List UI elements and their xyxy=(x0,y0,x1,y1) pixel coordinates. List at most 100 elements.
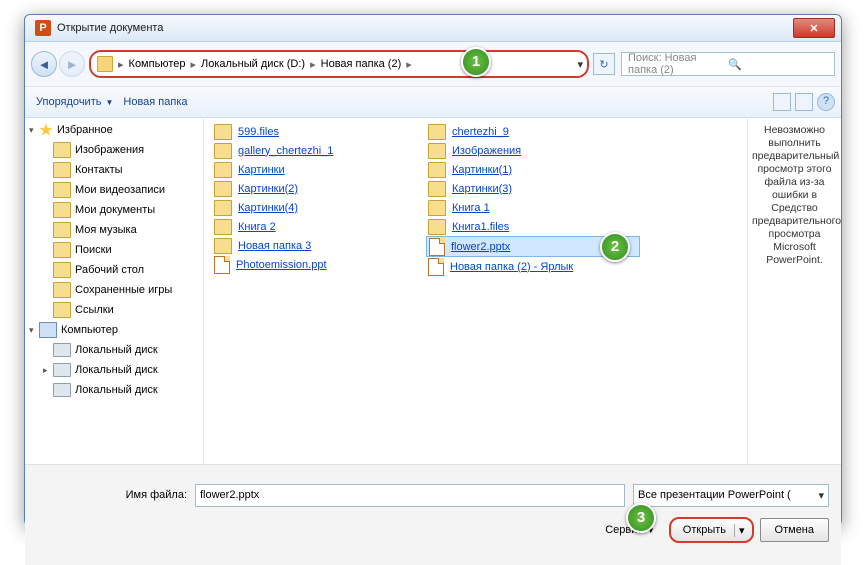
tree-item[interactable]: Поиски xyxy=(25,240,203,260)
folder-icon xyxy=(53,162,71,178)
close-button[interactable]: ✕ xyxy=(793,18,835,38)
breadcrumb-item[interactable]: Компьютер xyxy=(127,58,188,70)
tree-label: Локальный диск xyxy=(75,344,158,356)
folder-icon xyxy=(214,219,232,235)
folder-icon xyxy=(53,262,71,278)
tree-label: Рабочий стол xyxy=(75,264,144,276)
tree-label: Компьютер xyxy=(61,324,118,336)
drive-icon xyxy=(53,363,71,377)
body: ▾ИзбранноеИзображенияКонтактыМои видеоза… xyxy=(25,118,841,464)
folder-icon xyxy=(428,143,446,159)
tree-item[interactable]: ▾Избранное xyxy=(25,120,203,140)
tree-item[interactable]: Локальный диск xyxy=(25,340,203,360)
open-button[interactable]: Открыть▾ xyxy=(669,517,754,543)
file-name: Изображения xyxy=(452,145,521,157)
file-name: Картинки(2) xyxy=(238,183,298,195)
folder-icon xyxy=(428,219,446,235)
tree-item[interactable]: Сохраненные игры xyxy=(25,280,203,300)
filename-label: Имя файла: xyxy=(37,489,187,501)
tree-item[interactable]: ▸Локальный диск xyxy=(25,360,203,380)
folder-icon xyxy=(53,302,71,318)
chevron-down-icon: ▾ xyxy=(818,489,824,502)
tree-item[interactable]: Мои документы xyxy=(25,200,203,220)
open-dialog: P Открытие документа ✕ ◄ ► ▸ Компьютер ▸… xyxy=(24,14,842,526)
file-item[interactable]: gallery_chertezhi_1 xyxy=(212,141,426,160)
folder-icon xyxy=(53,222,71,238)
tree-item[interactable]: Рабочий стол xyxy=(25,260,203,280)
folder-icon xyxy=(53,142,71,158)
address-bar[interactable]: ▸ Компьютер ▸ Локальный диск (D:) ▸ Нова… xyxy=(89,50,589,78)
chevron-down-icon[interactable]: ▾ xyxy=(577,58,583,71)
folder-icon xyxy=(53,242,71,258)
drive-icon xyxy=(53,343,71,357)
folder-icon xyxy=(428,200,446,216)
nav-row: ◄ ► ▸ Компьютер ▸ Локальный диск (D:) ▸ … xyxy=(25,42,841,87)
file-item[interactable]: chertezhi_9 xyxy=(426,122,640,141)
file-item[interactable]: Картинки(2) xyxy=(212,179,426,198)
computer-icon xyxy=(39,322,57,338)
tree-item[interactable]: Контакты xyxy=(25,160,203,180)
folder-icon xyxy=(428,124,446,140)
filetype-combo[interactable]: Все презентации PowerPoint (▾ xyxy=(633,484,829,507)
breadcrumb-item[interactable]: Новая папка (2) xyxy=(319,58,404,70)
file-name: Книга1.files xyxy=(452,221,509,233)
cancel-button[interactable]: Отмена xyxy=(760,518,829,542)
chevron-down-icon[interactable]: ▾ xyxy=(734,524,749,537)
tree-item[interactable]: Локальный диск xyxy=(25,380,203,400)
tree-item[interactable]: Мои видеозаписи xyxy=(25,180,203,200)
forward-button[interactable]: ► xyxy=(59,51,85,77)
view-icon[interactable] xyxy=(773,93,791,111)
tree-label: Локальный диск xyxy=(75,384,158,396)
folder-icon xyxy=(214,181,232,197)
refresh-button[interactable]: ↻ xyxy=(593,53,615,75)
file-name: flower2.pptx xyxy=(451,241,510,253)
file-name: gallery_chertezhi_1 xyxy=(238,145,333,157)
breadcrumb-item[interactable]: Локальный диск (D:) xyxy=(199,58,307,70)
titlebar[interactable]: P Открытие документа ✕ xyxy=(25,15,841,42)
tree-label: Контакты xyxy=(75,164,123,176)
help-icon[interactable]: ? xyxy=(817,93,835,111)
organize-menu[interactable]: Упорядочить▼ xyxy=(31,94,118,110)
file-item[interactable]: Картинки(1) xyxy=(426,160,640,179)
file-name: Картинки(3) xyxy=(452,183,512,195)
search-icon: 🔍 xyxy=(728,58,828,71)
file-item[interactable]: Новая папка 3 xyxy=(212,236,426,255)
folder-icon xyxy=(428,181,446,197)
tree-label: Избранное xyxy=(57,124,113,136)
back-button[interactable]: ◄ xyxy=(31,51,57,77)
file-item[interactable]: Картинки(3) xyxy=(426,179,640,198)
nav-tree[interactable]: ▾ИзбранноеИзображения Контакты Мои видеоза… xyxy=(25,118,204,464)
file-item[interactable]: Картинки xyxy=(212,160,426,179)
folder-icon xyxy=(97,56,113,72)
file-item[interactable]: Photoemission.ppt xyxy=(212,255,426,274)
file-list[interactable]: 599.files gallery_chertezhi_1 Картинки Карт… xyxy=(204,118,747,464)
toolbar: Упорядочить▼ Новая папка ? xyxy=(25,87,841,118)
file-name: Книга 1 xyxy=(452,202,490,214)
tree-item[interactable]: Моя музыка xyxy=(25,220,203,240)
file-item[interactable]: Книга 2 xyxy=(212,217,426,236)
file-item[interactable]: Книга 1 xyxy=(426,198,640,217)
file-item[interactable]: 599.files xyxy=(212,122,426,141)
folder-icon xyxy=(214,143,232,159)
tree-item[interactable]: Изображения xyxy=(25,140,203,160)
file-item[interactable]: Изображения xyxy=(426,141,640,160)
tree-label: Сохраненные игры xyxy=(75,284,172,296)
search-input[interactable]: Поиск: Новая папка (2) 🔍 xyxy=(621,52,835,76)
tree-label: Локальный диск xyxy=(75,364,158,376)
tree-item[interactable]: Ссылки xyxy=(25,300,203,320)
folder-icon xyxy=(53,282,71,298)
new-folder-button[interactable]: Новая папка xyxy=(118,94,192,110)
preview-toggle-icon[interactable] xyxy=(795,93,813,111)
file-item[interactable]: Картинки(4) xyxy=(212,198,426,217)
tree-label: Мои видеозаписи xyxy=(75,184,165,196)
file-name: Photoemission.ppt xyxy=(236,259,327,271)
file-name: Картинки xyxy=(238,164,285,176)
tree-item[interactable]: ▾Компьютер xyxy=(25,320,203,340)
folder-icon xyxy=(53,182,71,198)
folder-icon xyxy=(214,238,232,254)
filename-input[interactable]: flower2.pptx xyxy=(195,484,625,507)
document-icon xyxy=(429,238,445,256)
folder-icon xyxy=(214,200,232,216)
tree-label: Поиски xyxy=(75,244,112,256)
file-name: Картинки(1) xyxy=(452,164,512,176)
